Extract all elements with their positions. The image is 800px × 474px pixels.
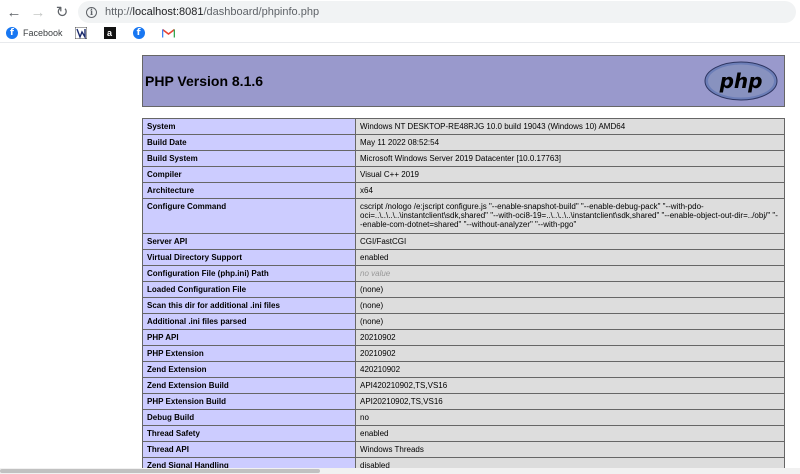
row-value: enabled: [355, 249, 785, 266]
table-row: Thread API Windows Threads: [142, 441, 785, 458]
bookmark-amazon[interactable]: a: [103, 27, 121, 39]
table-row: Configuration File (php.ini) Path no valu…: [142, 265, 785, 282]
row-key: Virtual Directory Support: [142, 249, 356, 266]
row-value: Visual C++ 2019: [355, 166, 785, 183]
row-key: Build Date: [142, 134, 356, 151]
row-key: Compiler: [142, 166, 356, 183]
row-value: x64: [355, 182, 785, 199]
table-row: Additional .ini files parsed (none): [142, 313, 785, 330]
row-value: Windows Threads: [355, 441, 785, 458]
row-key: Zend Extension Build: [142, 377, 356, 394]
reload-icon[interactable]: ↻: [50, 0, 74, 24]
forward-arrow-icon[interactable]: →: [26, 0, 50, 24]
back-arrow-icon[interactable]: ←: [2, 0, 26, 24]
row-value: (none): [355, 297, 785, 314]
bookmark-label: Facebook: [23, 28, 63, 38]
bookmark-facebook-2[interactable]: f: [132, 27, 150, 39]
table-row: Zend Extension Build API420210902,TS,VS16: [142, 377, 785, 394]
row-value: (none): [355, 281, 785, 298]
browser-toolbar: ← → ↻ i http://localhost:8081/dashboard/…: [0, 0, 800, 24]
row-key: Loaded Configuration File: [142, 281, 356, 298]
table-row: System Windows NT DESKTOP-RE48RJG 10.0 bu…: [142, 118, 785, 135]
row-key: Configure Command: [142, 198, 356, 234]
bookmark-facebook[interactable]: f Facebook: [6, 27, 63, 39]
row-value: API20210902,TS,VS16: [355, 393, 785, 410]
row-value: Microsoft Windows Server 2019 Datacenter…: [355, 150, 785, 167]
phpinfo-header: PHP Version 8.1.6 php: [142, 55, 785, 107]
phpinfo-container: PHP Version 8.1.6 php System Windows NT D…: [142, 55, 785, 474]
row-key: Build System: [142, 150, 356, 167]
facebook-icon: f: [6, 27, 18, 39]
row-value: 20210902: [355, 329, 785, 346]
row-key: System: [142, 118, 356, 135]
facebook-icon: f: [132, 27, 145, 39]
table-row: Compiler Visual C++ 2019: [142, 166, 785, 183]
bookmark-gmail[interactable]: [161, 27, 180, 39]
table-row: Virtual Directory Support enabled: [142, 249, 785, 266]
page-title: PHP Version 8.1.6: [145, 73, 264, 89]
phpinfo-table: System Windows NT DESKTOP-RE48RJG 10.0 bu…: [142, 118, 785, 474]
row-key: Zend Extension: [142, 361, 356, 378]
row-value: (none): [355, 313, 785, 330]
row-key: PHP Extension: [142, 345, 356, 362]
table-row: Build System Microsoft Windows Server 201…: [142, 150, 785, 167]
table-row: Server API CGI/FastCGI: [142, 233, 785, 250]
row-value: CGI/FastCGI: [355, 233, 785, 250]
row-value: Windows NT DESKTOP-RE48RJG 10.0 build 19…: [355, 118, 785, 135]
row-key: Additional .ini files parsed: [142, 313, 356, 330]
php-logo-text: php: [719, 69, 763, 93]
table-row: Scan this dir for additional .ini files(…: [142, 297, 785, 314]
row-key: PHP API: [142, 329, 356, 346]
amazon-icon: a: [103, 27, 116, 39]
row-key: Configuration File (php.ini) Path: [142, 265, 356, 282]
table-row: PHP Extension 20210902: [142, 345, 785, 362]
row-value: no value: [355, 265, 785, 282]
row-key: Server API: [142, 233, 356, 250]
table-row: Zend Extension 420210902: [142, 361, 785, 378]
page-content: PHP Version 8.1.6 php System Windows NT D…: [0, 43, 800, 474]
table-row: Thread Safety enabled: [142, 425, 785, 442]
row-value: API420210902,TS,VS16: [355, 377, 785, 394]
table-row: PHP API 20210902: [142, 329, 785, 346]
row-key: Debug Build: [142, 409, 356, 426]
table-row: PHP Extension Build API20210902,TS,VS16: [142, 393, 785, 410]
php-logo: php: [704, 61, 778, 101]
row-key: Architecture: [142, 182, 356, 199]
info-icon[interactable]: i: [86, 6, 97, 18]
table-row: Debug Build no: [142, 409, 785, 426]
row-value: May 11 2022 08:52:54: [355, 134, 785, 151]
address-bar[interactable]: i http://localhost:8081/dashboard/phpinf…: [78, 1, 796, 23]
table-row: Loaded Configuration File (none): [142, 281, 785, 298]
row-key: Thread Safety: [142, 425, 356, 442]
table-row: Build Date May 11 2022 08:52:54: [142, 134, 785, 151]
gmail-icon: [161, 28, 175, 38]
scrollbar-thumb[interactable]: [0, 469, 320, 473]
row-value: cscript /nologo /e:jscript configure.js …: [355, 198, 785, 234]
wsj-icon: [74, 27, 87, 39]
table-row: Configure Command cscript /nologo /e:jscr…: [142, 198, 785, 234]
row-value: enabled: [355, 425, 785, 442]
row-value: no: [355, 409, 785, 426]
row-value: 420210902: [355, 361, 785, 378]
row-key: Thread API: [142, 441, 356, 458]
horizontal-scrollbar[interactable]: [0, 468, 800, 474]
row-key: Scan this dir for additional .ini files: [142, 297, 356, 314]
table-row: Architecture x64: [142, 182, 785, 199]
bookmark-wsj[interactable]: [74, 27, 92, 39]
row-value: 20210902: [355, 345, 785, 362]
row-key: PHP Extension Build: [142, 393, 356, 410]
url-text: http://localhost:8081/dashboard/phpinfo.…: [105, 6, 320, 18]
bookmarks-bar: f Facebook a f: [0, 24, 800, 43]
